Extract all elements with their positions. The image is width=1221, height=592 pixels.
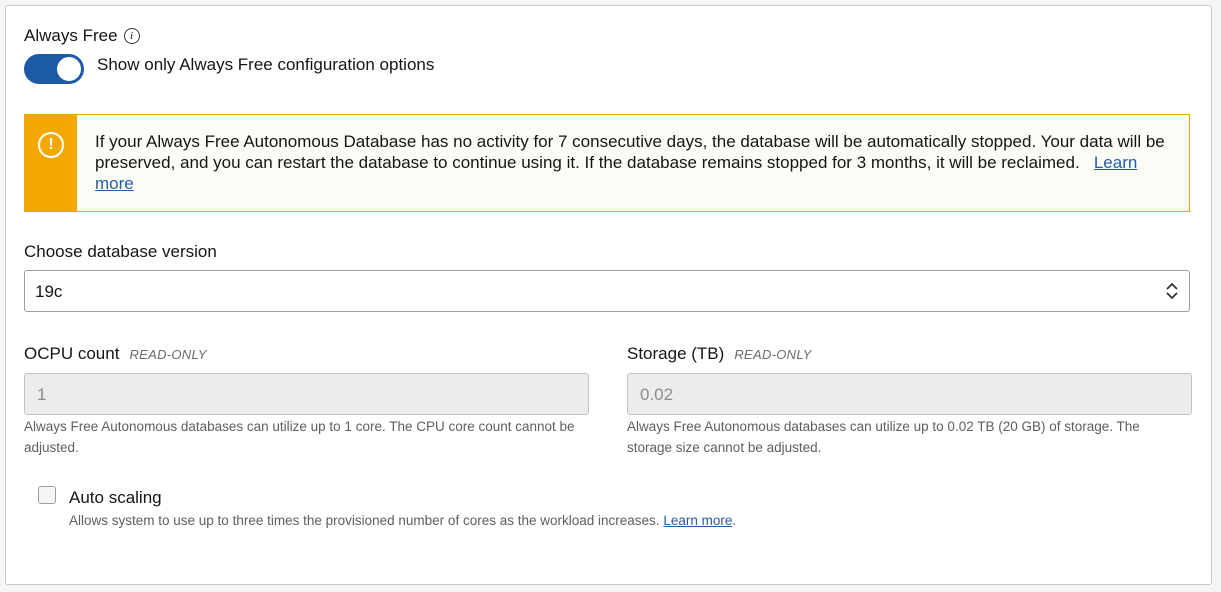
storage-help: Always Free Autonomous databases can uti…: [627, 419, 1140, 455]
storage-value: 0.02: [640, 385, 674, 404]
warning-text: If your Always Free Autonomous Database …: [95, 132, 1165, 172]
ocpu-readonly-tag: READ-ONLY: [129, 347, 207, 362]
always-free-panel: Always Free i Show only Always Free conf…: [5, 5, 1212, 585]
ocpu-label: OCPU count: [24, 344, 120, 363]
ocpu-label-row: OCPU count READ-ONLY: [24, 344, 207, 364]
version-select[interactable]: 19c: [24, 270, 1190, 312]
auto-scaling-label: Auto scaling: [69, 488, 162, 507]
warning-icon: !: [38, 132, 64, 158]
auto-scaling-help: Allows system to use up to three times t…: [69, 511, 736, 531]
warning-message: If your Always Free Autonomous Database …: [95, 131, 1175, 194]
storage-field: 0.02: [627, 373, 1192, 415]
ocpu-value: 1: [37, 385, 47, 404]
always-free-title: Always Free: [24, 26, 118, 45]
always-free-heading: Always Free i: [24, 26, 140, 46]
chevron-up-down-icon: [1166, 282, 1178, 300]
version-label: Choose database version: [24, 242, 217, 261]
ocpu-help: Always Free Autonomous databases can uti…: [24, 419, 575, 455]
warning-stripe: !: [25, 115, 77, 211]
toggle-knob: [57, 57, 81, 81]
always-free-toggle[interactable]: [24, 54, 84, 84]
storage-readonly-tag: READ-ONLY: [734, 347, 812, 362]
toggle-label: Show only Always Free configuration opti…: [97, 55, 435, 74]
version-selected-value: 19c: [35, 282, 63, 301]
storage-label-row: Storage (TB) READ-ONLY: [627, 344, 812, 364]
auto-scaling-help-suffix: .: [732, 513, 737, 528]
warning-banner: ! If your Always Free Autonomous Databas…: [24, 114, 1190, 212]
info-icon[interactable]: i: [123, 28, 140, 44]
ocpu-field: 1: [24, 373, 589, 415]
storage-label: Storage (TB): [627, 344, 725, 363]
auto-scaling-checkbox[interactable]: [38, 486, 56, 504]
auto-scaling-help-text: Allows system to use up to three times t…: [69, 513, 660, 528]
auto-scaling-learn-more-link[interactable]: Learn more: [663, 513, 732, 528]
